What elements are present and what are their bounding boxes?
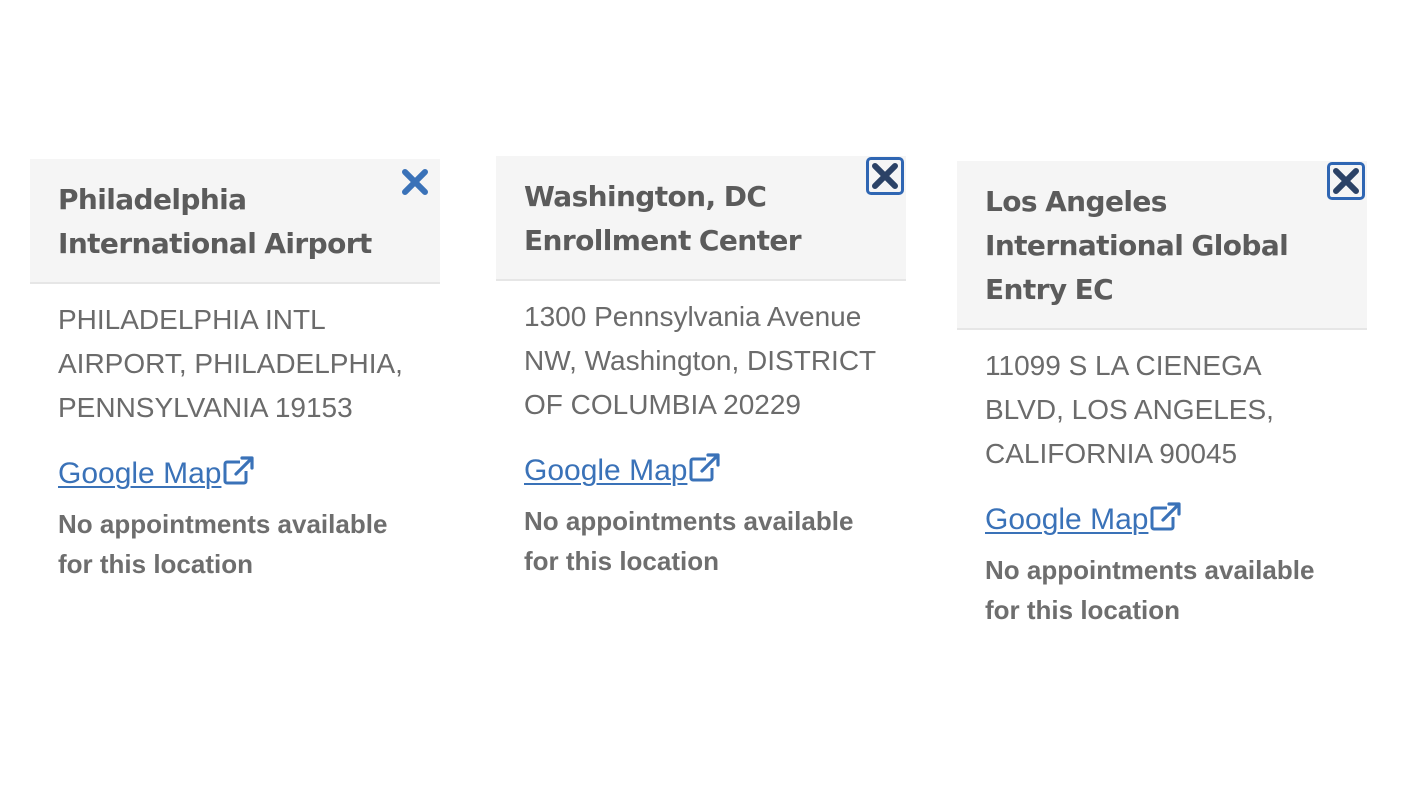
google-map-link-label: Google Map (524, 454, 688, 487)
location-card-header: Washington, DC Enrollment Center (496, 156, 906, 281)
location-card: Los Angeles International Global Entry E… (957, 161, 1367, 656)
close-icon (402, 169, 428, 195)
location-title: Washington, DC Enrollment Center (524, 180, 802, 257)
google-map-link-label: Google Map (985, 503, 1149, 536)
location-card: Philadelphia International Airport PHILA… (30, 159, 440, 610)
close-button[interactable] (1327, 162, 1365, 200)
availability-status: No appointments available for this locat… (985, 555, 1315, 625)
availability-status: No appointments available for this locat… (58, 509, 388, 579)
location-card-header: Los Angeles International Global Entry E… (957, 161, 1367, 330)
location-card-body: 11099 S LA CIENEGA BLVD, LOS ANGELES, CA… (957, 330, 1367, 630)
location-card-body: PHILADELPHIA INTL AIRPORT, PHILADELPHIA,… (30, 284, 440, 584)
location-title: Philadelphia International Airport (58, 183, 372, 260)
location-address: 1300 Pennsylvania Avenue NW, Washington,… (524, 301, 876, 420)
location-card-header: Philadelphia International Airport (30, 159, 440, 284)
close-icon (872, 163, 898, 189)
location-address: 11099 S LA CIENEGA BLVD, LOS ANGELES, CA… (985, 350, 1274, 469)
close-button[interactable] (866, 157, 904, 195)
google-map-link[interactable]: Google Map (524, 451, 721, 491)
google-map-link-label: Google Map (58, 457, 222, 490)
availability-status: No appointments available for this locat… (524, 506, 854, 576)
external-link-icon (689, 453, 721, 482)
close-icon (1333, 168, 1359, 194)
location-title: Los Angeles International Global Entry E… (985, 185, 1289, 306)
google-map-link[interactable]: Google Map (985, 500, 1182, 540)
location-card: Washington, DC Enrollment Center 1300 Pe… (496, 156, 906, 607)
location-card-body: 1300 Pennsylvania Avenue NW, Washington,… (496, 281, 906, 581)
external-link-icon (223, 456, 255, 485)
google-map-link[interactable]: Google Map (58, 454, 255, 494)
external-link-icon (1150, 502, 1182, 531)
location-cards-container: Philadelphia International Airport PHILA… (0, 0, 1408, 792)
close-button[interactable] (398, 165, 432, 199)
location-address: PHILADELPHIA INTL AIRPORT, PHILADELPHIA,… (58, 304, 403, 423)
